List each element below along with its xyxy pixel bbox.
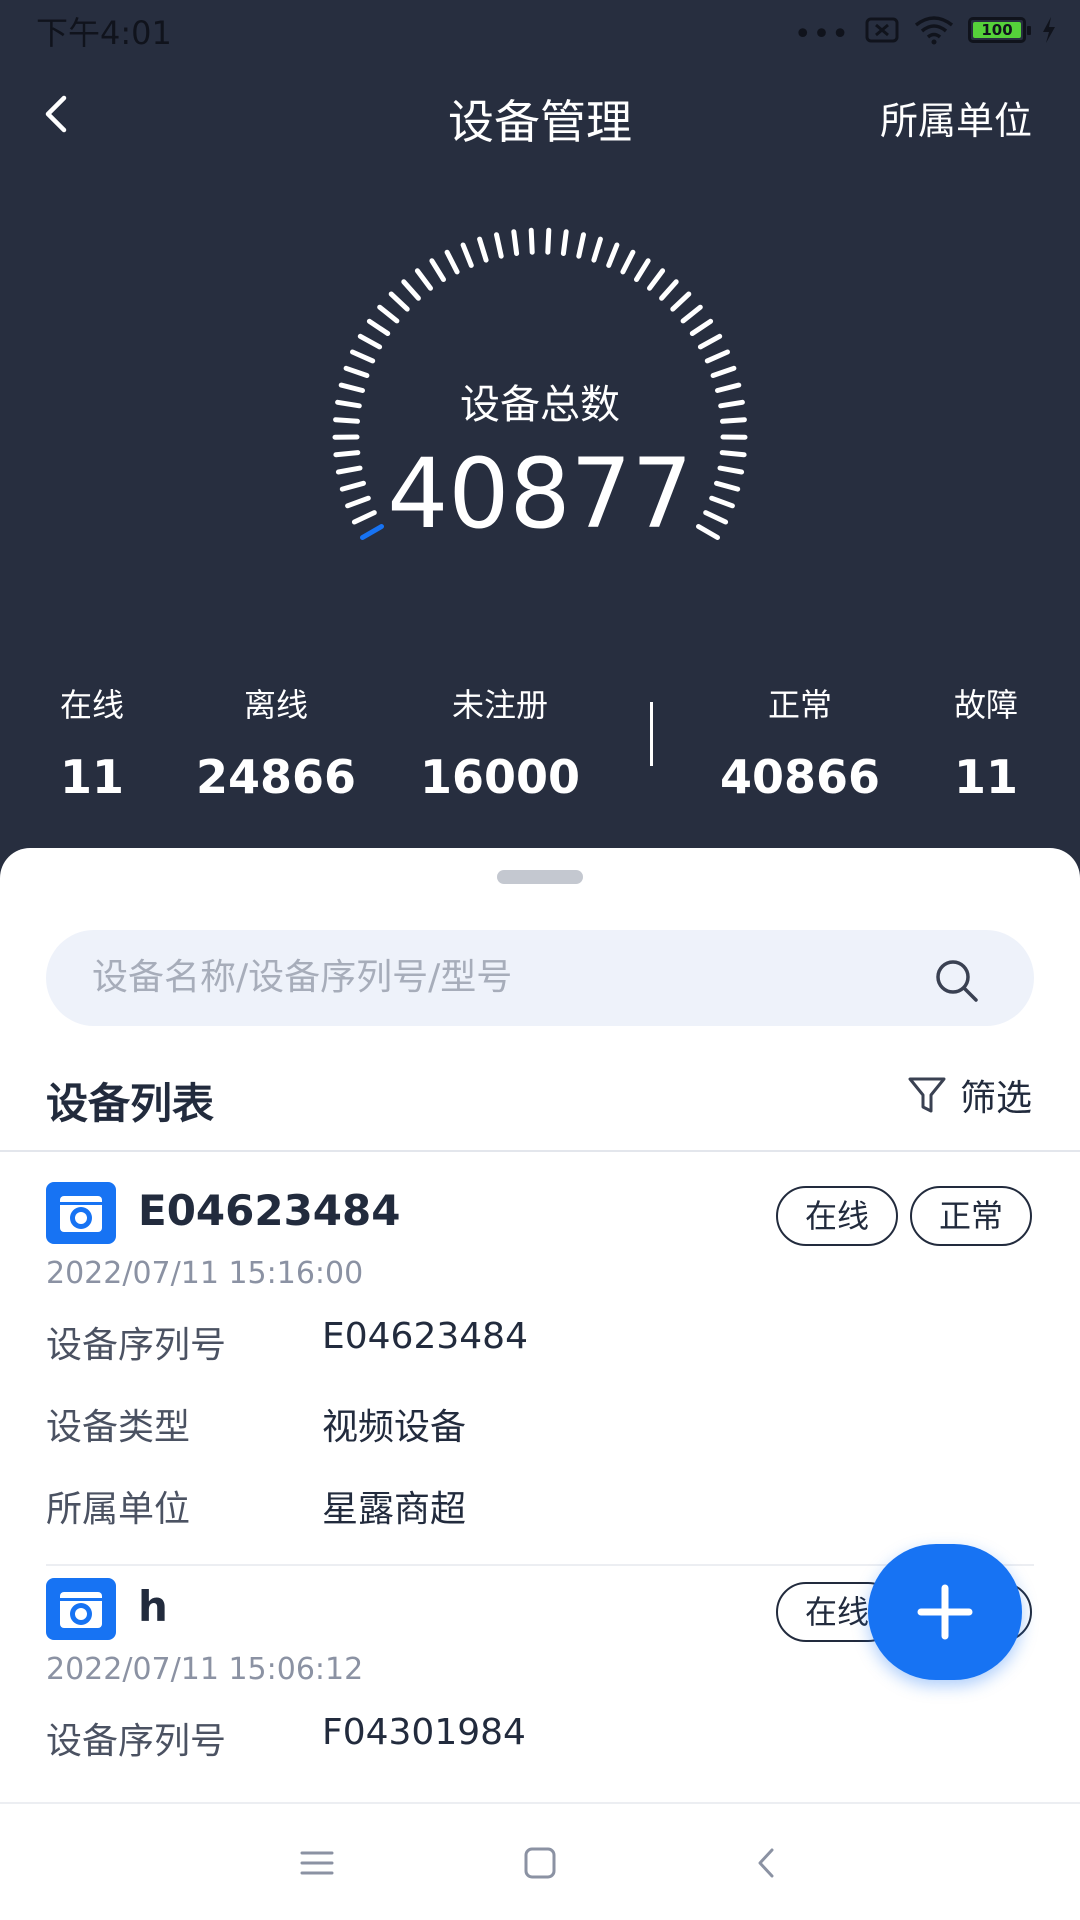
gauge-label: 设备总数	[460, 382, 620, 428]
stat-normal-value: 40866	[719, 750, 881, 804]
gauge-tick	[350, 349, 376, 364]
serial-value: E04623484	[322, 1316, 528, 1357]
nav-bar: 设备管理 所属单位	[0, 70, 1080, 160]
filter-icon	[908, 1077, 946, 1113]
stat-unregistered-value: 16000	[419, 750, 581, 804]
gauge-tick	[444, 249, 460, 275]
filter-label: 筛选	[959, 1078, 1032, 1119]
signal-dots-icon: •••	[793, 17, 850, 52]
stat-offline-value: 24866	[195, 750, 357, 804]
type-label: 设备类型	[46, 1407, 191, 1448]
stat-unregistered-label: 未注册	[451, 686, 548, 724]
list-header-divider	[0, 1150, 1080, 1152]
gauge-tick	[680, 304, 703, 324]
camera-icon	[46, 1578, 116, 1640]
stat-fault-label: 故障	[953, 686, 1018, 724]
search-icon[interactable]	[932, 956, 980, 1004]
gauge-tick	[460, 242, 474, 268]
gauge-tick	[647, 268, 666, 291]
status-icons: ••• 100	[794, 10, 1058, 50]
serial-label: 设备序列号	[46, 1325, 227, 1366]
status-time: 下午4:01	[36, 14, 172, 52]
gauge-tick	[670, 291, 692, 312]
gauge-tick	[697, 333, 723, 350]
stats-divider	[650, 702, 653, 766]
menu-icon	[300, 1851, 334, 1875]
gauge-tick	[576, 232, 586, 259]
gauge-tick	[689, 318, 714, 336]
stat-online-label: 在线	[59, 686, 124, 724]
battery-icon: 100	[968, 17, 1031, 43]
device-name: h	[138, 1582, 168, 1631]
back-triangle-icon	[758, 1848, 774, 1878]
gauge-tick	[560, 229, 569, 256]
gauge-tick	[606, 242, 620, 268]
search-input[interactable]	[92, 930, 912, 1026]
gauge-tick	[414, 268, 433, 291]
device-name: E04623484	[138, 1186, 401, 1235]
gauge-tick	[401, 279, 421, 301]
gauge-tick	[429, 258, 446, 282]
charging-bolt-icon	[1043, 17, 1055, 43]
gauge-tick	[388, 291, 410, 312]
system-nav-bar	[0, 1802, 1080, 1920]
filter-button[interactable]: 筛选	[906, 1070, 1032, 1120]
stat-online-value: 11	[59, 750, 124, 804]
camera-icon	[46, 1182, 116, 1244]
stat-unregistered[interactable]: 未注册 16000	[400, 680, 600, 804]
gauge-tick	[366, 318, 391, 336]
device-card[interactable]: E04623484 在线 正常 2022/07/11 15:16:00 设备序列…	[0, 1170, 1080, 1566]
add-device-button[interactable]	[868, 1544, 1022, 1680]
stat-offline-label: 离线	[243, 686, 308, 724]
search-bar[interactable]	[46, 930, 1034, 1026]
sheet-drag-handle[interactable]	[497, 870, 583, 884]
system-back-button[interactable]	[742, 1838, 792, 1888]
home-square-icon	[524, 1847, 556, 1879]
gauge-tick	[591, 236, 603, 263]
battery-level: 100	[973, 22, 1021, 39]
gauge-tick	[659, 279, 679, 301]
unit-label: 所属单位	[46, 1489, 191, 1530]
gauge-tick	[528, 227, 535, 255]
device-sheet: 设备列表 筛选 E04623484 在线 正常 2022/07/11 15:16…	[0, 848, 1080, 1920]
gauge-tick	[545, 227, 552, 255]
gauge-total-value: 40877	[387, 438, 693, 550]
stat-fault-value: 11	[953, 750, 1018, 804]
plus-icon	[917, 1584, 973, 1640]
stat-fault[interactable]: 故障 11	[886, 680, 1080, 804]
unit-value: 星露商超	[322, 1489, 467, 1530]
gauge-tick	[494, 232, 504, 259]
header-panel: 下午4:01 ••• 100 设备管理 所属单位 设备总数 40877 在线 1…	[0, 0, 1080, 880]
device-time: 2022/07/11 15:16:00	[46, 1256, 364, 1291]
gauge-tick	[511, 229, 520, 256]
stat-online[interactable]: 在线 11	[0, 680, 192, 804]
gauge-tick	[377, 304, 400, 324]
gauge-tick	[634, 258, 651, 282]
serial-value: F04301984	[322, 1712, 526, 1753]
gauge-tick	[477, 236, 489, 263]
gauge-tick	[704, 349, 730, 364]
home-button[interactable]	[515, 1838, 565, 1888]
stat-normal-label: 正常	[767, 686, 832, 724]
status-bar: 下午4:01 ••• 100	[0, 0, 1080, 60]
wifi-icon	[914, 16, 954, 45]
online-tag: 在线	[776, 1186, 898, 1246]
unit-button[interactable]: 所属单位	[880, 90, 1032, 145]
device-list-title: 设备列表	[46, 1079, 215, 1128]
sim-x-icon	[865, 17, 899, 43]
stat-normal[interactable]: 正常 40866	[700, 680, 900, 804]
stat-offline[interactable]: 离线 24866	[176, 680, 376, 804]
type-value: 视频设备	[322, 1407, 467, 1448]
device-time: 2022/07/11 15:06:12	[46, 1652, 364, 1687]
gauge-tick	[620, 249, 636, 275]
menu-button[interactable]	[292, 1838, 342, 1888]
serial-label: 设备序列号	[46, 1721, 227, 1762]
normal-tag: 正常	[910, 1186, 1032, 1246]
gauge-tick	[357, 333, 383, 350]
